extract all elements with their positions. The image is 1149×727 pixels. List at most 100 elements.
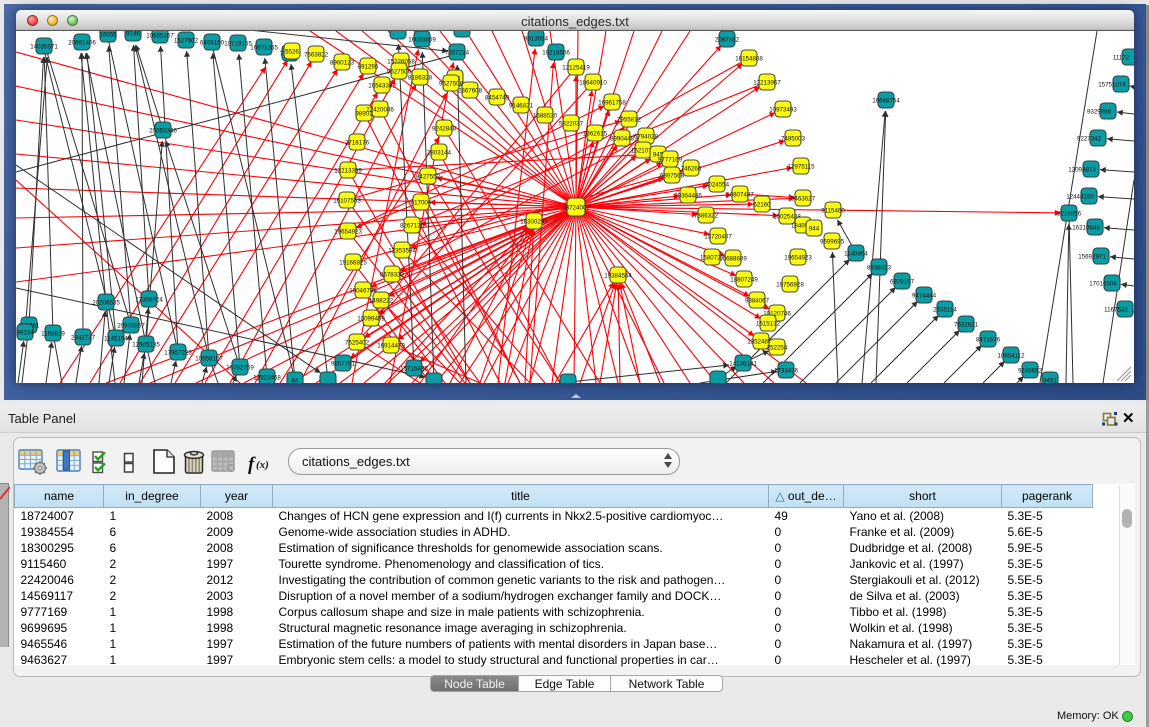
svg-text:12505135: 12505135 [132,341,160,348]
svg-text:10719155: 10719155 [224,40,252,47]
svg-text:16055: 16055 [99,31,117,38]
svg-text:8186328: 8186328 [408,74,433,81]
svg-text:20206535: 20206535 [92,299,120,306]
svg-text:891295: 891295 [358,63,379,70]
svg-text:10655267: 10655267 [146,32,174,39]
svg-text:8990448: 8990448 [610,135,635,142]
svg-text:29053346: 29053346 [149,127,177,134]
svg-text:1167533: 1167533 [1104,306,1128,313]
svg-text:9777169: 9777169 [658,156,683,163]
svg-text:10654112: 10654112 [997,352,1025,359]
svg-text:1145194: 1145194 [104,335,128,342]
svg-text:20364486: 20364486 [674,192,702,199]
svg-text:2718176: 2718176 [345,139,370,146]
svg-text:1580727: 1580727 [700,254,725,261]
svg-text:252254: 252254 [767,344,788,351]
svg-text:2942737: 2942737 [71,334,96,341]
svg-text:8267130: 8267130 [400,222,425,229]
svg-text:3024554: 3024554 [705,181,730,188]
svg-text:2935114: 2935114 [933,306,957,313]
svg-text:10046786: 10046786 [349,287,377,294]
svg-text:19654923: 19654923 [784,254,812,261]
svg-text:417006: 417006 [411,199,432,206]
svg-text:2087682: 2087682 [715,36,740,43]
svg-text:16107553: 16107553 [333,197,361,204]
svg-text:1140954: 1140954 [844,250,868,257]
svg-text:9527508: 9527508 [439,80,464,87]
svg-text:(x): (x) [256,459,269,471]
svg-text:1588520: 1588520 [533,112,558,119]
svg-text:9146: 9146 [126,31,140,37]
svg-text:12444150: 12444150 [1066,193,1094,200]
svg-text:62160: 62160 [753,201,771,208]
svg-text:8215956: 8215956 [1057,210,1082,217]
svg-text:15716485: 15716485 [400,365,428,372]
svg-text:5526: 5526 [285,48,299,55]
svg-text:12093873: 12093873 [1068,166,1096,173]
svg-text:6794028: 6794028 [634,133,659,140]
svg-text:17359924: 17359924 [135,296,163,303]
svg-text:6897568: 6897568 [660,172,685,179]
svg-text:17957223: 17957223 [164,349,192,356]
svg-text:15751074: 15751074 [1098,81,1126,88]
svg-text:16914479: 16914479 [377,342,405,349]
svg-text:16543382: 16543382 [368,82,396,89]
svg-text:16961758: 16961758 [598,99,626,106]
svg-text:12975115: 12975115 [787,163,815,170]
svg-text:7386322: 7386322 [694,212,719,219]
svg-text:8678332: 8678332 [380,271,405,278]
svg-text:9474444: 9474444 [912,292,937,299]
svg-text:11172: 11172 [1113,54,1130,61]
svg-text:9146821: 9146821 [509,102,534,109]
svg-text:7357224: 7357224 [445,49,470,56]
svg-text:16033809: 16033809 [408,36,436,43]
svg-text:16210643: 16210643 [1072,224,1100,231]
svg-text:16671355: 16671355 [250,44,278,51]
svg-text:18300295: 18300295 [520,218,548,225]
svg-text:f: f [248,454,256,475]
svg-text:9857791: 9857791 [331,360,356,367]
svg-text:12213967: 12213967 [753,79,781,86]
svg-text:12923468: 12923468 [253,374,281,381]
svg-text:944: 944 [809,225,820,232]
svg-text:12125419: 12125419 [562,64,590,71]
svg-text:16154808: 16154808 [735,55,763,62]
svg-text:8471676: 8471676 [976,336,1001,343]
svg-text:9699695: 9699695 [820,238,845,245]
svg-text:17016504: 17016504 [1089,280,1117,287]
svg-text:8813054: 8813054 [524,35,549,42]
svg-text:9463627: 9463627 [791,195,816,202]
svg-text:19384554: 19384554 [604,272,632,279]
svg-text:9329966: 9329966 [1087,108,1112,115]
svg-text:6466160: 6466160 [200,39,225,46]
svg-text:7485003: 7485003 [781,135,806,142]
svg-text:1156819: 1156819 [41,330,65,337]
svg-text:1498222: 1498222 [369,297,394,304]
svg-text:10099489: 10099489 [357,315,385,322]
svg-text:7632621: 7632621 [954,321,979,328]
svg-text:19756928: 19756928 [776,281,804,288]
svg-text:746266: 746266 [681,165,702,172]
svg-text:9227342: 9227342 [1077,135,1102,142]
svg-text:18640910: 18640910 [579,79,607,86]
svg-text:15720407: 15720407 [704,233,732,240]
svg-text:12353594: 12353594 [388,247,416,254]
svg-text:20975867: 20975867 [117,322,145,329]
svg-text:19218506: 19218506 [542,49,570,56]
svg-text:16648764: 16648764 [872,97,900,104]
svg-text:12213369: 12213369 [334,167,362,174]
svg-text:9384067: 9384067 [745,297,770,304]
svg-text:8960123: 8960123 [330,59,355,66]
svg-text:18724007: 18724007 [562,204,590,211]
svg-text:10958107: 10958107 [195,355,223,362]
svg-text:14035571: 14035571 [30,43,58,50]
svg-text:1615132: 1615132 [756,320,781,327]
svg-text:19654923: 19654923 [334,228,362,235]
svg-text:14136141: 14136141 [729,360,757,367]
svg-text:16782759: 16782759 [226,364,254,371]
svg-text:9115460: 9115460 [821,207,845,214]
svg-text:10807487: 10807487 [726,191,754,198]
svg-text:1733426: 1733426 [774,367,799,374]
svg-text:8427552: 8427552 [416,173,441,180]
svg-text:8454749: 8454749 [485,94,510,101]
